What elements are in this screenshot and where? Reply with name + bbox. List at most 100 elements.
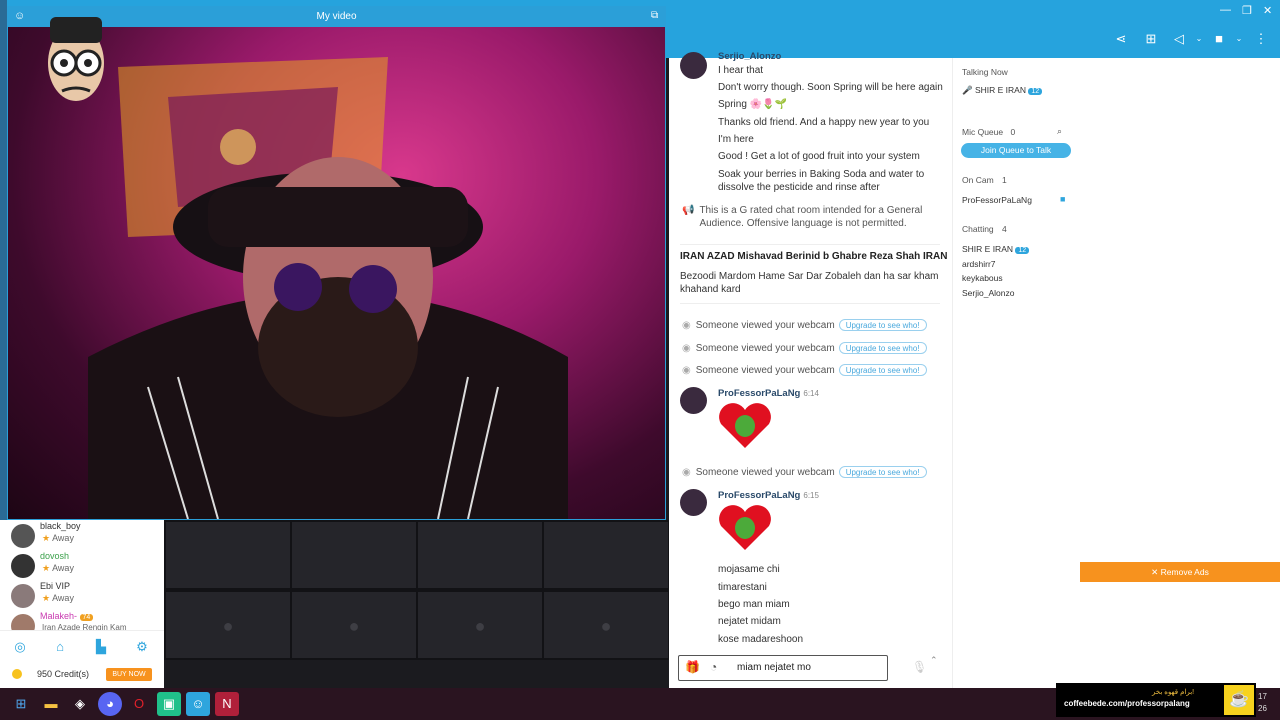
video-slot[interactable]: ● (544, 592, 668, 658)
gift-icon[interactable]: 🎁 (685, 660, 700, 674)
avatar (680, 52, 707, 79)
rules-notice: 📢 This is a G rated chat room intended fo… (682, 205, 923, 229)
message-author[interactable]: ProFessorPaLaNg 6:15 (718, 490, 819, 501)
list-item[interactable]: black_boy ★ Away (0, 520, 164, 550)
remove-ads-button[interactable]: ✕ Remove Ads (1080, 562, 1280, 582)
clock: 17 (1258, 692, 1267, 701)
buy-now-button[interactable]: BUY NOW (106, 668, 152, 681)
camera-icon[interactable]: ■ (1208, 30, 1230, 48)
video-grid: ● ● ● ● (164, 520, 669, 660)
compass-icon[interactable]: ◎ (10, 639, 30, 655)
leaderboard-icon[interactable]: ▙ (91, 639, 111, 655)
webcam-view-notice: ◉ Someone viewed your webcam Upgrade to se… (682, 319, 927, 332)
talker-item[interactable]: 🎤 SHIR E IRAN 12 (962, 85, 1043, 96)
windows-start-icon[interactable]: ⊞ (9, 692, 33, 716)
chat-message: mojasame chi (718, 564, 780, 575)
chat-message: Spring 🌸🌷🌱 (718, 99, 788, 110)
coffee-fa: برام قهوه بخر! (1152, 689, 1195, 696)
avatar-overlay (36, 11, 116, 111)
chatter-item[interactable]: Serjio_Alonzo (962, 288, 1014, 298)
paltalk-icon[interactable]: ☺ (186, 692, 210, 716)
user-name: Ebi VIP (40, 581, 71, 591)
list-item[interactable]: dovosh ★ Away (0, 550, 164, 580)
user-name: Malakeh- 74 (40, 611, 94, 621)
more-icon[interactable]: ⋮ (1250, 30, 1272, 48)
upgrade-button[interactable]: Upgrade to see who! (838, 342, 927, 354)
webcam-view-notice: ◉ Someone viewed your webcam Upgrade to se… (682, 364, 927, 377)
join-queue-button[interactable]: Join Queue to Talk (961, 143, 1071, 158)
upgrade-button[interactable]: Upgrade to see who! (838, 319, 927, 331)
on-cam-header: On Cam 1 (962, 175, 1007, 185)
coffee-overlay: برام قهوه بخر! coffeebede.com/professorp… (1056, 683, 1256, 717)
avatar[interactable] (680, 489, 707, 516)
chat-panel: Serjio_Alonzo I hear that Don't worry th… (669, 51, 952, 688)
my-video-window[interactable]: My video ☺ ⧉ (7, 6, 666, 520)
chat-message: Thanks old friend. And a happy new year … (718, 117, 930, 128)
user-name: dovosh (40, 551, 70, 561)
video-slot[interactable]: ● (166, 592, 290, 658)
microphone-icon[interactable]: 🎙 (912, 660, 927, 674)
mic-icon: 🎤 (962, 85, 973, 95)
app-logo-icon: ☺ (14, 10, 26, 22)
list-item[interactable]: Ebi VIP ★ Away (0, 580, 164, 610)
cam-user-item[interactable]: ProFessorPaLaNg (962, 195, 1032, 205)
chat-message: Don't worry though. Soon Spring will be … (718, 82, 943, 93)
camera-icon: ■ (1060, 194, 1066, 204)
search-icon[interactable]: ⌕ (1057, 126, 1062, 137)
eye-icon: ◉ (682, 343, 691, 354)
ad-area (1079, 58, 1280, 688)
video-slot[interactable] (166, 522, 290, 588)
restore-button[interactable]: ❐ (1242, 4, 1252, 17)
discord-icon[interactable]: ◕ (98, 692, 122, 716)
app-icon[interactable]: ▣ (157, 692, 181, 716)
gift-icon[interactable]: ⊞ (1140, 30, 1162, 48)
divider (680, 244, 940, 245)
chevron-down-icon[interactable]: ⌄ (1188, 30, 1210, 48)
emoji-icon[interactable]: ◔ (710, 660, 717, 674)
expand-icon[interactable]: ⌃ (930, 655, 938, 666)
topic-body: Bezoodi Mardom Hame Sar Dar Zobaleh dan … (680, 271, 939, 295)
opera-icon[interactable]: O (127, 692, 151, 716)
close-window-button[interactable]: ✕ (1263, 4, 1272, 17)
avatar[interactable] (680, 387, 707, 414)
minimize-button[interactable]: — (1220, 4, 1231, 16)
video-slot[interactable]: ● (418, 592, 542, 658)
video-slot[interactable] (544, 522, 668, 588)
video-slot[interactable] (418, 522, 542, 588)
chat-input-box[interactable]: 🎁 ◔ miam nejatet mo (678, 655, 888, 681)
megaphone-icon[interactable]: ◁ (1168, 30, 1190, 48)
room-info-panel: Talking Now 🎤 SHIR E IRAN 12 Mic Queue 0… (952, 58, 1079, 688)
app-n-icon[interactable]: N (215, 692, 239, 716)
share-icon[interactable]: ⋖ (1110, 30, 1132, 48)
user-icon: ● (474, 616, 486, 636)
steam-icon[interactable]: ◈ (68, 692, 92, 716)
user-name: black_boy (40, 521, 81, 531)
upgrade-button[interactable]: Upgrade to see who! (838, 364, 927, 376)
home-icon[interactable]: ⌂ (50, 639, 70, 654)
user-icon: ● (222, 616, 234, 636)
credits-label: 950 Credit(s) (37, 669, 90, 679)
eye-icon: ◉ (682, 467, 691, 478)
settings-icon[interactable]: ⚙ (132, 639, 152, 655)
chatter-item[interactable]: SHIR E IRAN 12 (962, 244, 1030, 254)
chevron-down-icon[interactable]: ⌄ (1228, 30, 1250, 48)
popout-icon[interactable]: ⧉ (651, 10, 658, 21)
video-slot[interactable]: ● (292, 592, 416, 658)
user-status: ★ Away (42, 593, 74, 603)
user-status: ★ Away (42, 563, 74, 573)
file-explorer-icon[interactable]: ▬ (39, 692, 63, 716)
video-slot[interactable] (292, 522, 416, 588)
coffee-cup-icon: ☕ (1224, 685, 1254, 715)
clock-date: 26 (1258, 704, 1267, 713)
chat-message: Good ! Get a lot of good fruit into your… (718, 151, 920, 162)
avatar (11, 584, 35, 608)
upgrade-button[interactable]: Upgrade to see who! (838, 466, 927, 478)
message-author[interactable]: ProFessorPaLaNg 6:14 (718, 388, 819, 399)
chat-input[interactable]: miam nejatet mo (737, 662, 811, 673)
user-list: black_boy ★ Away dovosh ★ Away Ebi VIP ★… (0, 520, 164, 638)
chatter-item[interactable]: ardshirr7 (962, 259, 996, 269)
coin-icon (12, 669, 22, 679)
divider (680, 303, 940, 304)
chatter-item[interactable]: keykabous (962, 273, 1003, 283)
topic-title: IRAN AZAD Mishavad Berinid b Ghabre Reza… (680, 251, 948, 262)
